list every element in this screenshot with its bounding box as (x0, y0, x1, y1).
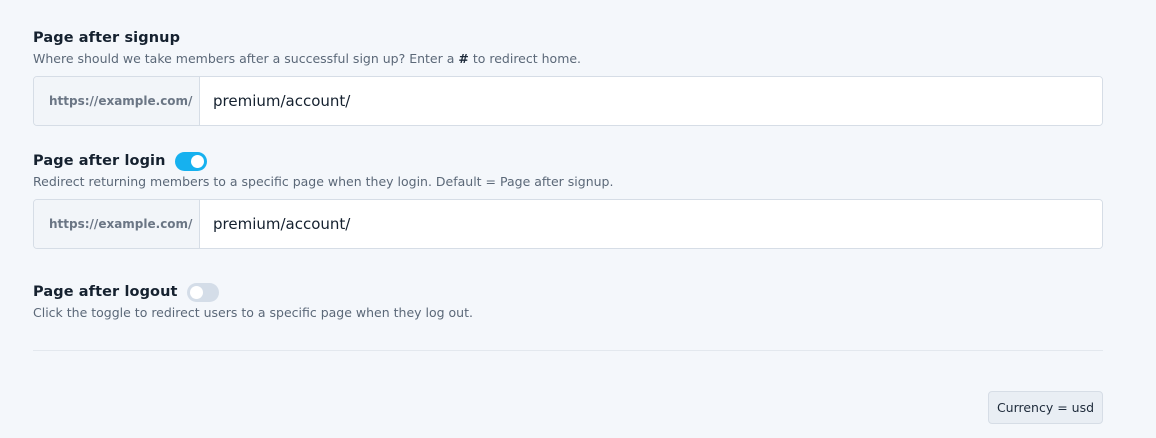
login-redirect-section: Page after login Redirect returning memb… (33, 151, 1103, 249)
logout-redirect-toggle[interactable] (186, 282, 219, 302)
login-description: Redirect returning members to a specific… (33, 174, 614, 189)
logout-description: Click the toggle to redirect users to a … (33, 305, 473, 320)
login-title-row: Page after login (33, 151, 1103, 171)
signup-description-before: Where should we take members after a suc… (33, 51, 459, 66)
login-redirect-toggle[interactable] (174, 151, 207, 171)
section-divider (33, 350, 1103, 351)
login-url-prefix: https://example.com/ (34, 200, 200, 248)
redirect-settings-panel: Page after signup Where should we take m… (0, 0, 1156, 438)
signup-redirect-section: Page after signup Where should we take m… (33, 28, 1103, 126)
login-title: Page after login (33, 153, 166, 169)
signup-redirect-input[interactable] (200, 77, 1102, 125)
signup-description: Where should we take members after a suc… (33, 51, 1103, 67)
signup-description-symbol: # (458, 51, 469, 66)
signup-url-group: https://example.com/ (33, 76, 1103, 126)
login-url-group: https://example.com/ (33, 199, 1103, 249)
logout-toggle-knob (189, 285, 203, 299)
login-redirect-input[interactable] (200, 200, 1102, 248)
currency-badge: Currency = usd (988, 391, 1103, 424)
signup-title-row: Page after signup (33, 28, 1103, 48)
logout-redirect-section: Page after logout Click the toggle to re… (33, 282, 1103, 321)
logout-title: Page after logout (33, 284, 178, 300)
logout-title-row: Page after logout (33, 282, 1103, 302)
signup-url-prefix: https://example.com/ (34, 77, 200, 125)
login-toggle-knob (190, 154, 204, 168)
signup-title: Page after signup (33, 30, 181, 46)
signup-description-after: to redirect home. (468, 51, 582, 66)
